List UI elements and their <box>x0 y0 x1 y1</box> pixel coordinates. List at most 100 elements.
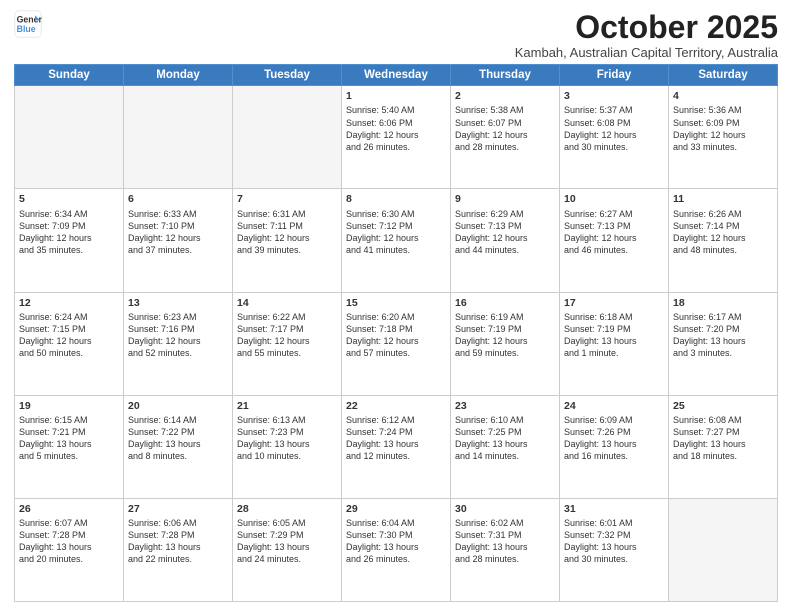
day-info-line: and 57 minutes. <box>346 347 446 359</box>
day-info-line: Sunrise: 6:08 AM <box>673 414 773 426</box>
day-info-line: Sunset: 7:21 PM <box>19 426 119 438</box>
day-info-line: Sunrise: 6:07 AM <box>19 517 119 529</box>
day-info-line: Sunrise: 6:13 AM <box>237 414 337 426</box>
calendar-cell <box>124 86 233 189</box>
calendar-cell <box>669 498 778 601</box>
day-number: 16 <box>455 296 555 310</box>
day-info-line: Sunset: 6:06 PM <box>346 117 446 129</box>
day-info-line: Daylight: 12 hours <box>128 232 228 244</box>
day-info-line: Sunrise: 6:34 AM <box>19 208 119 220</box>
day-number: 29 <box>346 502 446 516</box>
day-info-line: Daylight: 13 hours <box>346 438 446 450</box>
day-info-line: Daylight: 12 hours <box>455 232 555 244</box>
day-info-line: Sunset: 7:12 PM <box>346 220 446 232</box>
day-info-line: Sunset: 7:29 PM <box>237 529 337 541</box>
day-info-line: Sunset: 7:09 PM <box>19 220 119 232</box>
calendar-week-1: 1Sunrise: 5:40 AMSunset: 6:06 PMDaylight… <box>15 86 778 189</box>
weekday-header-monday: Monday <box>124 65 233 86</box>
day-number: 15 <box>346 296 446 310</box>
calendar-cell: 4Sunrise: 5:36 AMSunset: 6:09 PMDaylight… <box>669 86 778 189</box>
calendar-cell: 6Sunrise: 6:33 AMSunset: 7:10 PMDaylight… <box>124 189 233 292</box>
day-number: 26 <box>19 502 119 516</box>
day-info-line: Sunrise: 6:22 AM <box>237 311 337 323</box>
day-info-line: Daylight: 13 hours <box>128 438 228 450</box>
calendar-cell: 27Sunrise: 6:06 AMSunset: 7:28 PMDayligh… <box>124 498 233 601</box>
day-info-line: and 26 minutes. <box>346 553 446 565</box>
day-info-line: Daylight: 12 hours <box>19 232 119 244</box>
day-info-line: Sunrise: 6:24 AM <box>19 311 119 323</box>
day-info-line: and 28 minutes. <box>455 553 555 565</box>
calendar-week-3: 12Sunrise: 6:24 AMSunset: 7:15 PM Dayligh… <box>15 292 778 395</box>
day-info-line: Sunrise: 6:02 AM <box>455 517 555 529</box>
subtitle: Kambah, Australian Capital Territory, Au… <box>515 45 778 60</box>
calendar-week-4: 19Sunrise: 6:15 AMSunset: 7:21 PMDayligh… <box>15 395 778 498</box>
day-info-line: Sunrise: 5:37 AM <box>564 104 664 116</box>
day-info-line: and 26 minutes. <box>346 141 446 153</box>
day-info-line: Sunset: 7:14 PM <box>673 220 773 232</box>
day-info-line: Sunrise: 6:26 AM <box>673 208 773 220</box>
day-info-line: Sunrise: 6:19 AM <box>455 311 555 323</box>
header: General Blue October 2025 Kambah, Austra… <box>14 10 778 60</box>
day-info-line: Daylight: 12 hours <box>564 232 664 244</box>
day-info-line: Daylight: 13 hours <box>673 335 773 347</box>
day-info-line: Daylight: 12 hours <box>673 129 773 141</box>
day-number: 5 <box>19 192 119 206</box>
day-info-line: Sunrise: 5:38 AM <box>455 104 555 116</box>
day-info-line: Daylight: 13 hours <box>564 541 664 553</box>
calendar-week-2: 5Sunrise: 6:34 AMSunset: 7:09 PMDaylight… <box>15 189 778 292</box>
logo: General Blue <box>14 10 42 38</box>
day-info-line: Sunset: 7:11 PM <box>237 220 337 232</box>
day-info-line: and 52 minutes. <box>128 347 228 359</box>
calendar-cell: 8Sunrise: 6:30 AMSunset: 7:12 PMDaylight… <box>342 189 451 292</box>
weekday-header-friday: Friday <box>560 65 669 86</box>
calendar-cell: 1Sunrise: 5:40 AMSunset: 6:06 PMDaylight… <box>342 86 451 189</box>
day-info-line: Sunrise: 6:31 AM <box>237 208 337 220</box>
day-info-line: and 16 minutes. <box>564 450 664 462</box>
day-info-line: Sunrise: 6:01 AM <box>564 517 664 529</box>
calendar-cell: 19Sunrise: 6:15 AMSunset: 7:21 PMDayligh… <box>15 395 124 498</box>
day-number: 12 <box>19 296 119 310</box>
day-info-line: Sunset: 7:15 PM <box>19 323 119 335</box>
calendar-cell: 18Sunrise: 6:17 AMSunset: 7:20 PMDayligh… <box>669 292 778 395</box>
day-info-line: Sunrise: 6:18 AM <box>564 311 664 323</box>
day-info-line: Sunrise: 6:14 AM <box>128 414 228 426</box>
day-info-line: Daylight: 12 hours <box>237 335 337 347</box>
day-info-line: Sunrise: 6:17 AM <box>673 311 773 323</box>
calendar-cell: 25Sunrise: 6:08 AMSunset: 7:27 PMDayligh… <box>669 395 778 498</box>
weekday-header-saturday: Saturday <box>669 65 778 86</box>
day-info-line: Daylight: 13 hours <box>455 541 555 553</box>
day-number: 7 <box>237 192 337 206</box>
day-number: 14 <box>237 296 337 310</box>
day-info-line: and 20 minutes. <box>19 553 119 565</box>
day-info-line: Sunset: 6:07 PM <box>455 117 555 129</box>
weekday-header-tuesday: Tuesday <box>233 65 342 86</box>
day-info-line: Daylight: 12 hours <box>455 129 555 141</box>
calendar-cell: 17Sunrise: 6:18 AMSunset: 7:19 PMDayligh… <box>560 292 669 395</box>
calendar-cell: 26Sunrise: 6:07 AMSunset: 7:28 PMDayligh… <box>15 498 124 601</box>
day-number: 22 <box>346 399 446 413</box>
day-info-line: Sunrise: 6:33 AM <box>128 208 228 220</box>
day-number: 11 <box>673 192 773 206</box>
day-info-line: Sunset: 7:27 PM <box>673 426 773 438</box>
day-info-line: Sunset: 7:24 PM <box>346 426 446 438</box>
day-info-line: Sunrise: 6:12 AM <box>346 414 446 426</box>
day-number: 23 <box>455 399 555 413</box>
day-info-line: Sunrise: 5:36 AM <box>673 104 773 116</box>
day-info-line: and 44 minutes. <box>455 244 555 256</box>
day-info-line: Daylight: 13 hours <box>564 438 664 450</box>
calendar-cell: 24Sunrise: 6:09 AMSunset: 7:26 PMDayligh… <box>560 395 669 498</box>
day-number: 27 <box>128 502 228 516</box>
day-info-line: Sunrise: 6:10 AM <box>455 414 555 426</box>
day-info-line: and 35 minutes. <box>19 244 119 256</box>
day-info-line: and 3 minutes. <box>673 347 773 359</box>
day-info-line: Daylight: 13 hours <box>19 438 119 450</box>
day-number: 25 <box>673 399 773 413</box>
day-info-line: Sunrise: 6:27 AM <box>564 208 664 220</box>
calendar-table: SundayMondayTuesdayWednesdayThursdayFrid… <box>14 64 778 602</box>
day-info-line: and 48 minutes. <box>673 244 773 256</box>
month-title: October 2025 <box>515 10 778 45</box>
day-info-line: Sunrise: 6:06 AM <box>128 517 228 529</box>
day-number: 20 <box>128 399 228 413</box>
day-info-line: Sunrise: 5:40 AM <box>346 104 446 116</box>
day-info-line: and 1 minute. <box>564 347 664 359</box>
